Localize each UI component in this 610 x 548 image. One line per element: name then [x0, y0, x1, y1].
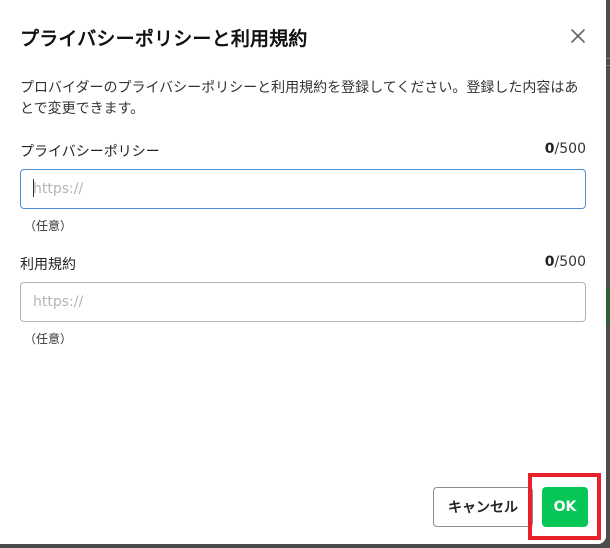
privacy-policy-input[interactable]: [20, 169, 586, 209]
terms-count: 0: [544, 254, 555, 270]
text-caret: [33, 179, 34, 197]
close-icon: [571, 29, 585, 43]
dialog-description: プロバイダーのプライバシーポリシーと利用規約を登録してください。登録した内容はあ…: [20, 80, 579, 117]
privacy-policy-hint: （任意）: [24, 219, 73, 233]
terms-label: 利用規約: [20, 257, 76, 273]
close-button[interactable]: [566, 24, 590, 48]
terms-hint: （任意）: [24, 332, 73, 346]
cancel-button[interactable]: キャンセル: [433, 487, 533, 527]
terms-input[interactable]: [20, 282, 586, 322]
privacy-policy-count: 0: [544, 141, 555, 157]
terms-max: /500: [554, 254, 586, 270]
ok-button[interactable]: OK: [542, 487, 588, 527]
privacy-policy-counter: 0/500: [545, 141, 586, 157]
privacy-policy-label: プライバシーポリシー: [20, 144, 160, 160]
privacy-policy-max: /500: [554, 141, 586, 157]
dialog-title: プライバシーポリシーと利用規約: [20, 28, 308, 50]
privacy-terms-dialog: プライバシーポリシーと利用規約 プロバイダーのプライバシーポリシーと利用規約を登…: [0, 0, 606, 544]
terms-counter: 0/500: [545, 254, 586, 270]
